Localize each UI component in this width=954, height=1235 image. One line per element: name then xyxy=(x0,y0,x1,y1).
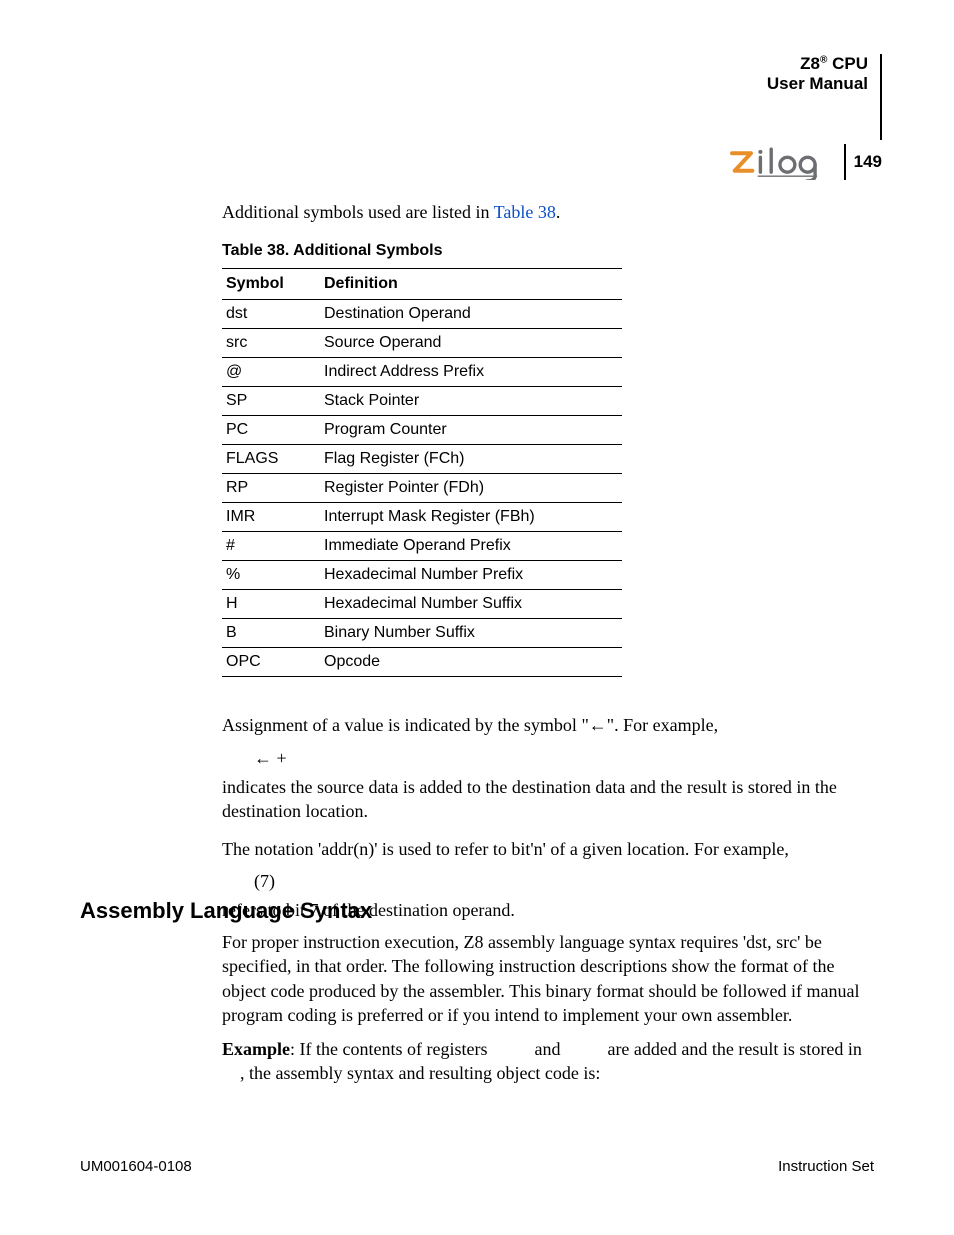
definition-cell: Opcode xyxy=(320,648,622,677)
definition-cell: Flag Register (FCh) xyxy=(320,445,622,474)
doc-title-line1: Z8® CPU xyxy=(642,54,868,74)
table-row: #Immediate Operand Prefix xyxy=(222,532,622,561)
title-pre: Z8 xyxy=(800,54,820,73)
title-post: CPU xyxy=(827,54,868,73)
table-row: srcSource Operand xyxy=(222,329,622,358)
definition-cell: Source Operand xyxy=(320,329,622,358)
assignment-paragraph: Assignment of a value is indicated by th… xyxy=(222,713,862,737)
table-row: PCProgram Counter xyxy=(222,416,622,445)
symbol-cell: H xyxy=(222,590,320,619)
example-text-b: and xyxy=(530,1039,565,1059)
symbol-cell: OPC xyxy=(222,648,320,677)
definition-cell: Destination Operand xyxy=(320,300,622,329)
definition-cell: Stack Pointer xyxy=(320,387,622,416)
doc-title-line2: User Manual xyxy=(642,74,868,94)
table-header-row: Symbol Definition xyxy=(222,269,622,300)
example-text-a: : If the contents of registers xyxy=(290,1039,492,1059)
table-38-link[interactable]: Table 38 xyxy=(494,202,556,222)
symbol-cell: % xyxy=(222,561,320,590)
table-row: HHexadecimal Number Suffix xyxy=(222,590,622,619)
table-row: OPCOpcode xyxy=(222,648,622,677)
table-row: BBinary Number Suffix xyxy=(222,619,622,648)
additional-symbols-table: Symbol Definition dstDestination Operand… xyxy=(222,268,622,677)
definition-cell: Register Pointer (FDh) xyxy=(320,474,622,503)
page-header: Z8® CPU User Manual 149 xyxy=(642,54,882,180)
notation-paragraph: The notation 'addr(n)' is used to refer … xyxy=(222,837,862,861)
definition-cell: Hexadecimal Number Suffix xyxy=(320,590,622,619)
page: Z8® CPU User Manual 149 xyxy=(0,0,954,1235)
example-text-d: , the assembly syntax and resulting obje… xyxy=(240,1063,600,1083)
intro-pre: Additional symbols used are listed in xyxy=(222,202,494,222)
table-caption: Table 38. Additional Symbols xyxy=(222,242,862,260)
table-row: IMRInterrupt Mask Register (FBh) xyxy=(222,503,622,532)
page-number: 149 xyxy=(844,144,882,180)
table-row: FLAGSFlag Register (FCh) xyxy=(222,445,622,474)
table-row: dstDestination Operand xyxy=(222,300,622,329)
zilog-logo-icon xyxy=(728,144,836,180)
symbol-cell: @ xyxy=(222,358,320,387)
syntax-body: For proper instruction execution, Z8 ass… xyxy=(222,930,862,1096)
definition-cell: Binary Number Suffix xyxy=(320,619,622,648)
intro-post: . xyxy=(556,202,561,222)
table-row: %Hexadecimal Number Prefix xyxy=(222,561,622,590)
symbol-cell: RP xyxy=(222,474,320,503)
definition-cell: Immediate Operand Prefix xyxy=(320,532,622,561)
definition-cell: Hexadecimal Number Prefix xyxy=(320,561,622,590)
symbol-cell: src xyxy=(222,329,320,358)
table-row: @Indirect Address Prefix xyxy=(222,358,622,387)
table-row: RPRegister Pointer (FDh) xyxy=(222,474,622,503)
intro-paragraph: Additional symbols used are listed in Ta… xyxy=(222,200,862,224)
notation-expression: (7) xyxy=(254,871,862,892)
definition-cell: Indirect Address Prefix xyxy=(320,358,622,387)
example-paragraph: Example: If the contents of registers an… xyxy=(222,1037,862,1086)
symbol-cell: dst xyxy=(222,300,320,329)
example-label: Example xyxy=(222,1039,290,1059)
table-row: SPStack Pointer xyxy=(222,387,622,416)
symbol-cell: SP xyxy=(222,387,320,416)
col-header-definition: Definition xyxy=(320,269,622,300)
syntax-paragraph: For proper instruction execution, Z8 ass… xyxy=(222,930,862,1027)
footer-left: UM001604-0108 xyxy=(80,1158,192,1175)
symbol-cell: B xyxy=(222,619,320,648)
symbol-cell: # xyxy=(222,532,320,561)
doc-title-block: Z8® CPU User Manual xyxy=(642,54,882,140)
example-text-c: are added and the result is stored in xyxy=(603,1039,862,1059)
content-body: Additional symbols used are listed in Ta… xyxy=(222,200,862,933)
symbol-cell: FLAGS xyxy=(222,445,320,474)
definition-cell: Interrupt Mask Register (FBh) xyxy=(320,503,622,532)
col-header-symbol: Symbol xyxy=(222,269,320,300)
assembly-language-syntax-heading: Assembly Language Syntax xyxy=(80,898,860,924)
footer-right: Instruction Set xyxy=(778,1158,874,1175)
assignment-result: indicates the source data is added to th… xyxy=(222,775,862,824)
symbol-cell: PC xyxy=(222,416,320,445)
symbol-cell: IMR xyxy=(222,503,320,532)
logo-row: 149 xyxy=(642,144,882,180)
definition-cell: Program Counter xyxy=(320,416,622,445)
assignment-expression: ← + xyxy=(254,748,862,769)
page-footer: UM001604-0108 Instruction Set xyxy=(80,1158,874,1175)
